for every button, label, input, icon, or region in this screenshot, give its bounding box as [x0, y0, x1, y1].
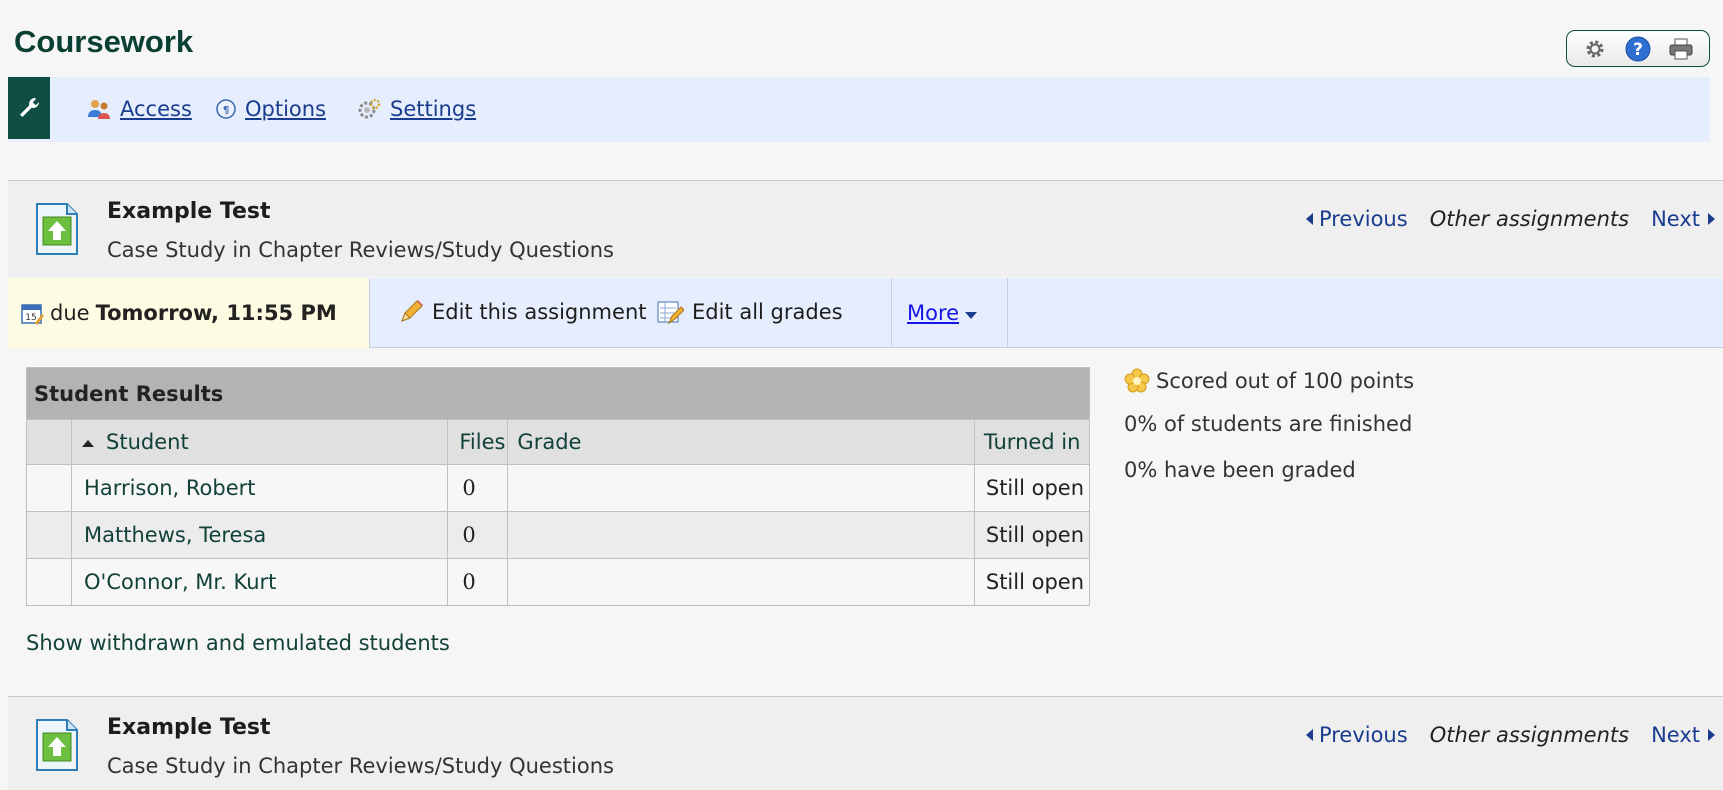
print-icon[interactable]: [1666, 34, 1696, 64]
table-row: Harrison, Robert 0 Still open: [25, 464, 1091, 512]
assignment-header-bottom: Example Test Case Study in Chapter Revie…: [8, 696, 1723, 790]
assignment-action-bar: 15 due Tomorrow, 11:55 PM Edit this assi…: [8, 278, 1723, 348]
caret-left-icon: [1305, 213, 1313, 225]
turned-in-cell: Still open: [973, 464, 1091, 512]
previous-label: Previous: [1318, 207, 1408, 231]
student-name-cell[interactable]: O'Connor, Mr. Kurt: [71, 558, 449, 606]
grade-cell[interactable]: [507, 558, 975, 606]
gear-icon[interactable]: [1580, 34, 1610, 64]
users-icon: [86, 97, 112, 121]
assignment-title: Example Test: [107, 715, 271, 740]
other-assignments-link[interactable]: Other assignments: [1430, 207, 1629, 231]
caret-right-icon: [1708, 213, 1715, 225]
assignment-title: Example Test: [107, 199, 271, 224]
table-row: Matthews, Teresa 0 Still open: [25, 511, 1091, 559]
assignment-header: Example Test Case Study in Chapter Revie…: [8, 180, 1723, 277]
student-results-table: Student Results Student Files Grade Turn…: [25, 367, 1091, 606]
settings-label: Settings: [390, 97, 477, 121]
svg-text:¶: ¶: [223, 105, 229, 116]
files-cell: 0: [447, 558, 509, 606]
previous-link[interactable]: Previous: [1305, 723, 1408, 747]
turned-in-column-header[interactable]: Turned in: [973, 419, 1091, 465]
row-select-cell[interactable]: [25, 558, 73, 606]
assignment-pager: Previous Other assignments Next: [1305, 723, 1715, 747]
files-column-header[interactable]: Files: [447, 419, 509, 465]
options-label: Options: [245, 97, 327, 121]
caret-left-icon: [1305, 729, 1313, 741]
edit-assignment-button[interactable]: Edit this assignment: [398, 299, 646, 325]
previous-link[interactable]: Previous: [1305, 207, 1408, 231]
more-menu[interactable]: More: [907, 301, 978, 325]
student-header-label: Student: [106, 430, 189, 454]
assignment-subtitle: Case Study in Chapter Reviews/Study Ques…: [107, 754, 614, 778]
more-label: More: [907, 301, 960, 325]
edit-actions: Edit this assignment Edit all grades: [370, 278, 892, 348]
student-column-header[interactable]: Student: [71, 419, 449, 465]
table-row: O'Connor, Mr. Kurt 0 Still open: [25, 558, 1091, 606]
due-value: Tomorrow, 11:55 PM: [95, 301, 337, 325]
grade-column-header[interactable]: Grade: [507, 419, 975, 465]
results-caption: Student Results: [26, 367, 1090, 420]
grade-cell[interactable]: [507, 511, 975, 559]
files-cell: 0: [447, 511, 509, 559]
badge-icon: [1124, 368, 1150, 394]
assignment-upload-icon: [34, 201, 80, 257]
turned-in-cell: Still open: [973, 558, 1091, 606]
access-link[interactable]: Access: [86, 95, 192, 123]
settings-gear-icon: [356, 97, 382, 121]
svg-text:?: ?: [1633, 40, 1643, 60]
grade-cell[interactable]: [507, 464, 975, 512]
calendar-icon: 15: [20, 301, 44, 325]
student-name-cell[interactable]: Harrison, Robert: [71, 464, 449, 512]
scored-label: Scored out of 100 points: [1156, 369, 1415, 393]
turned-in-cell: Still open: [973, 511, 1091, 559]
files-cell: 0: [447, 464, 509, 512]
next-link[interactable]: Next: [1651, 723, 1715, 747]
show-withdrawn-link[interactable]: Show withdrawn and emulated students: [26, 631, 450, 655]
assignment-upload-icon: [34, 717, 80, 773]
assignment-pager: Previous Other assignments Next: [1305, 207, 1715, 231]
access-label: Access: [120, 97, 192, 121]
gradebook-edit-icon: [656, 299, 684, 325]
options-link[interactable]: ¶ Options: [215, 95, 326, 123]
next-label: Next: [1651, 207, 1700, 231]
sort-ascending-icon: [82, 439, 95, 447]
finished-stat: 0% of students are finished: [1124, 412, 1413, 436]
help-icon[interactable]: ?: [1623, 34, 1653, 64]
edit-assignment-label: Edit this assignment: [432, 300, 647, 324]
next-link[interactable]: Next: [1651, 207, 1715, 231]
page-title: Coursework: [14, 24, 194, 59]
caret-down-icon: [965, 311, 978, 319]
caret-right-icon: [1708, 729, 1715, 741]
graded-stat: 0% have been graded: [1124, 458, 1356, 482]
select-column-header: [25, 419, 73, 465]
due-date: 15 due Tomorrow, 11:55 PM: [8, 278, 370, 348]
options-icon: ¶: [215, 98, 237, 120]
page-tools: ?: [1566, 30, 1710, 67]
due-prefix: due: [50, 301, 90, 325]
edit-grades-button[interactable]: Edit all grades: [656, 299, 843, 325]
previous-label: Previous: [1318, 723, 1408, 747]
pencil-icon: [398, 299, 424, 325]
settings-link[interactable]: Settings: [356, 95, 476, 123]
edit-grades-label: Edit all grades: [692, 300, 843, 324]
student-name-cell[interactable]: Matthews, Teresa: [71, 511, 449, 559]
wrench-icon[interactable]: [8, 77, 50, 139]
next-label: Next: [1651, 723, 1700, 747]
admin-toolbar: Access ¶ Options Settings: [8, 77, 1710, 142]
row-select-cell[interactable]: [25, 464, 73, 512]
row-select-cell[interactable]: [25, 511, 73, 559]
svg-text:15: 15: [25, 313, 36, 323]
assignment-subtitle: Case Study in Chapter Reviews/Study Ques…: [107, 238, 614, 262]
other-assignments-link[interactable]: Other assignments: [1430, 723, 1629, 747]
more-cell: More: [892, 278, 1008, 348]
scored-stat: Scored out of 100 points: [1124, 368, 1414, 394]
